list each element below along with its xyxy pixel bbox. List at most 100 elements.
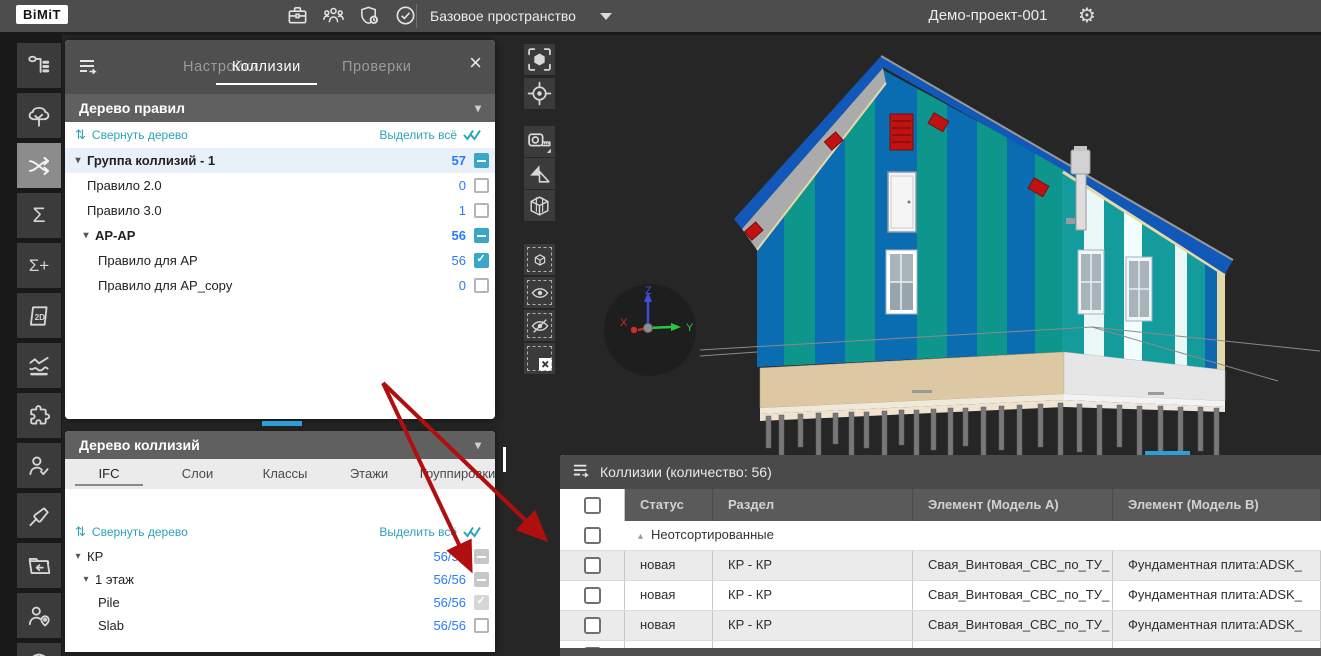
sidebar-item-charts[interactable]: [17, 343, 61, 388]
viewport-tool-clear-selection[interactable]: [524, 343, 555, 374]
collision-row[interactable]: новаяКР - КРСвая_Винтовая_СВС_по_ТУ_Фунд…: [560, 611, 1321, 641]
panel-collapse-icon[interactable]: [78, 58, 98, 81]
collision-tab-Классы[interactable]: Классы: [245, 459, 325, 489]
section-caret-icon[interactable]: ▾: [475, 431, 481, 459]
sidebar-item-2d-doc[interactable]: 2D: [17, 293, 61, 338]
tree-row[interactable]: ▾Группа коллизий - 157: [65, 148, 495, 173]
tree-caret-icon[interactable]: ▾: [79, 574, 93, 585]
tree-row-checkbox[interactable]: [474, 595, 489, 610]
tree-row[interactable]: Правило для АР56: [65, 248, 495, 273]
collapse-tree-icon[interactable]: ⇅: [75, 525, 86, 540]
column-header[interactable]: Элемент (Модель A): [913, 489, 1113, 521]
sidebar-item-folder-export[interactable]: [17, 543, 61, 588]
tree-row-checkbox[interactable]: [474, 228, 489, 243]
collision-tab-Слои[interactable]: Слои: [160, 459, 235, 489]
row-checkbox[interactable]: [584, 587, 601, 604]
tree-row-checkbox[interactable]: [474, 253, 489, 268]
close-icon[interactable]: ×: [469, 52, 482, 74]
collision-tab-Группировки[interactable]: Группировки: [410, 459, 495, 489]
briefcase-icon[interactable]: [286, 4, 309, 27]
tree-row-checkbox[interactable]: [474, 572, 489, 587]
sidebar-item-plugins[interactable]: [17, 393, 61, 438]
column-header[interactable]: Элемент (Модель B): [1113, 489, 1321, 521]
group-collapse-icon[interactable]: ▴: [638, 531, 643, 542]
tree-row-checkbox[interactable]: [474, 203, 489, 218]
viewport-tool-isolate-selection[interactable]: [524, 244, 555, 275]
team-icon[interactable]: [322, 4, 345, 27]
sidebar-item-tree[interactable]: [17, 93, 61, 138]
check-circle-icon[interactable]: [394, 4, 417, 27]
tree-row[interactable]: ▾АР-АР56: [65, 223, 495, 248]
shield-clock-icon[interactable]: [358, 4, 381, 27]
tree-row-checkbox[interactable]: [474, 549, 489, 564]
viewport-tool-section-box[interactable]: [524, 190, 555, 221]
sidebar-item-user-check[interactable]: [17, 443, 61, 488]
sidebar-item-collisions[interactable]: [17, 143, 61, 188]
tree-row-checkbox[interactable]: [474, 153, 489, 168]
tree-row[interactable]: ▾КР56/56: [65, 545, 495, 568]
row-checkbox[interactable]: [584, 527, 601, 544]
workspace-selector[interactable]: Базовое пространство: [430, 8, 576, 24]
workspace-caret-icon[interactable]: [600, 13, 612, 20]
tree-row-checkbox[interactable]: [474, 278, 489, 293]
tree-row-count: 0: [459, 178, 466, 193]
select-all-checkbox[interactable]: [584, 497, 601, 514]
panel-resize-handle[interactable]: [262, 421, 302, 426]
table-group-row[interactable]: ▴Неотсортированные: [560, 521, 1321, 551]
gizmo-z-label: Z: [645, 285, 652, 297]
select-all-link[interactable]: Выделить всё: [379, 128, 457, 142]
viewport-tool-section-plane[interactable]: [524, 158, 555, 189]
table-menu-icon[interactable]: [572, 463, 590, 482]
rules-tree-section-bar[interactable]: Дерево правил ▾: [65, 94, 495, 122]
tree-caret-icon[interactable]: ▾: [79, 230, 93, 241]
collision-tree-section-bar[interactable]: Дерево коллизий ▾: [65, 431, 495, 459]
tree-row[interactable]: Slab56/56: [65, 614, 495, 637]
collapse-tree-link[interactable]: Свернуть дерево: [92, 525, 188, 539]
collision-tab-Этажи[interactable]: Этажи: [333, 459, 405, 489]
tree-row[interactable]: Правило для АР_copy0: [65, 273, 495, 298]
collision-row[interactable]: новаяКР - КРСвая_Винтовая_СВС_по_ТУ_Фунд…: [560, 551, 1321, 581]
viewport-tool-show-selection[interactable]: [524, 277, 555, 308]
tree-caret-icon[interactable]: ▾: [71, 551, 85, 562]
tree-row-checkbox[interactable]: [474, 178, 489, 193]
sidebar-item-model-structure[interactable]: [17, 43, 61, 88]
rules-panel-header: Настройки Коллизии Проверки ×: [65, 40, 495, 94]
column-header[interactable]: Раздел: [713, 489, 913, 521]
viewport-tool-zoom-selection[interactable]: [524, 44, 555, 75]
tree-row[interactable]: ▾1 этаж56/56: [65, 568, 495, 591]
row-checkbox[interactable]: [584, 617, 601, 634]
tree-row[interactable]: Правило 2.00: [65, 173, 495, 198]
select-all-link[interactable]: Выделить всё: [379, 525, 457, 539]
tree-caret-icon[interactable]: ▾: [71, 155, 85, 166]
section-caret-icon[interactable]: ▾: [475, 94, 481, 122]
tree-row-label: Pile: [98, 595, 120, 610]
tab-collisions[interactable]: Коллизии: [232, 59, 301, 75]
viewport-tool-locate[interactable]: [524, 78, 555, 109]
sidebar-item-sigma[interactable]: Σ: [17, 193, 61, 238]
viewport-tool-measure[interactable]: [524, 126, 555, 157]
table-scrollbar[interactable]: [560, 648, 1321, 656]
panel-divider-handle[interactable]: [503, 447, 506, 472]
collision-row[interactable]: новаяКР - КРСвая_Винтовая_СВС_по_ТУ_Фунд…: [560, 581, 1321, 611]
viewport-tool-hide-selection[interactable]: [524, 310, 555, 341]
double-check-icon[interactable]: [463, 129, 485, 141]
tree-row[interactable]: Pile56/56: [65, 591, 495, 614]
collapse-tree-icon[interactable]: ⇅: [75, 128, 86, 143]
sidebar-item-globe[interactable]: [17, 643, 61, 656]
collision-tab-IFC[interactable]: IFC: [75, 459, 143, 489]
rules-panel: Настройки Коллизии Проверки × Дерево пра…: [65, 40, 495, 419]
tree-row[interactable]: Правило 3.01: [65, 198, 495, 223]
sidebar-item-trowel[interactable]: [17, 493, 61, 538]
sidebar-item-user-pin[interactable]: [17, 593, 61, 638]
row-checkbox[interactable]: [584, 557, 601, 574]
table-resize-handle[interactable]: [1145, 451, 1190, 455]
sidebar-item-sigma-plus[interactable]: Σ+: [17, 243, 61, 288]
column-header[interactable]: Статус: [625, 489, 713, 521]
double-check-icon[interactable]: [463, 526, 485, 538]
collision-tree-controls: ⇅ Свернуть дерево Выделить всё: [65, 519, 495, 545]
tree-row-checkbox[interactable]: [474, 618, 489, 633]
collapse-tree-link[interactable]: Свернуть дерево: [92, 128, 188, 142]
settings-gear-icon[interactable]: ⚙: [1078, 3, 1096, 27]
gizmo-y-label: Y: [686, 322, 694, 334]
tab-checks[interactable]: Проверки: [342, 59, 411, 75]
